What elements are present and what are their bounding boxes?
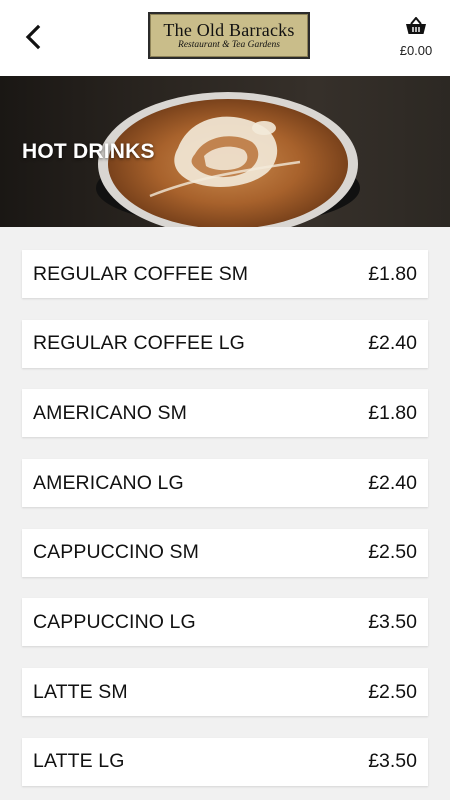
item-price: £2.40	[368, 332, 417, 355]
menu-item[interactable]: AMERICANO SM £1.80	[22, 389, 428, 438]
menu-item[interactable]: CAPPUCCINO LG £3.50	[22, 598, 428, 647]
item-name: CAPPUCCINO SM	[33, 541, 199, 564]
app-header: The Old Barracks Restaurant & Tea Garden…	[0, 0, 450, 76]
item-name: AMERICANO SM	[33, 401, 187, 424]
menu-item[interactable]: REGULAR COFFEE SM £1.80	[22, 250, 428, 298]
item-name: CAPPUCCINO LG	[33, 610, 196, 633]
back-button[interactable]	[18, 24, 48, 54]
item-name: REGULAR COFFEE SM	[33, 262, 249, 285]
logo-title: The Old Barracks	[163, 20, 295, 40]
item-price: £2.40	[368, 471, 417, 494]
menu-item[interactable]: AMERICANO LG £2.40	[22, 459, 428, 508]
item-name: REGULAR COFFEE LG	[33, 332, 245, 355]
item-name: AMERICANO LG	[33, 471, 184, 494]
item-price: £2.50	[368, 541, 417, 564]
item-name: LATTE LG	[33, 750, 125, 773]
item-price: £3.50	[368, 750, 417, 773]
menu-item[interactable]: REGULAR COFFEE LG £2.40	[22, 319, 428, 368]
category-title: HOT DRINKS	[22, 140, 155, 163]
item-price: £3.50	[368, 610, 417, 633]
menu-list: REGULAR COFFEE SM £1.80 REGULAR COFFEE L…	[22, 250, 428, 800]
item-name: LATTE SM	[33, 680, 128, 703]
basket-total: £0.00	[399, 43, 433, 58]
logo-subtitle: Restaurant & Tea Gardens	[178, 40, 280, 50]
item-price: £2.50	[368, 680, 417, 703]
menu-item[interactable]: LATTE LG £3.50	[22, 737, 428, 786]
item-price: £1.80	[368, 262, 417, 285]
item-price: £1.80	[368, 401, 417, 424]
menu-item[interactable]: CAPPUCCINO SM £2.50	[22, 528, 428, 577]
basket-button[interactable]: £0.00	[396, 16, 436, 61]
basket-icon	[405, 16, 427, 40]
chevron-left-icon	[24, 24, 42, 55]
menu-item[interactable]: LATTE SM £2.50	[22, 668, 428, 717]
restaurant-logo[interactable]: The Old Barracks Restaurant & Tea Garden…	[148, 12, 310, 59]
category-banner: HOT DRINKS	[0, 76, 450, 227]
